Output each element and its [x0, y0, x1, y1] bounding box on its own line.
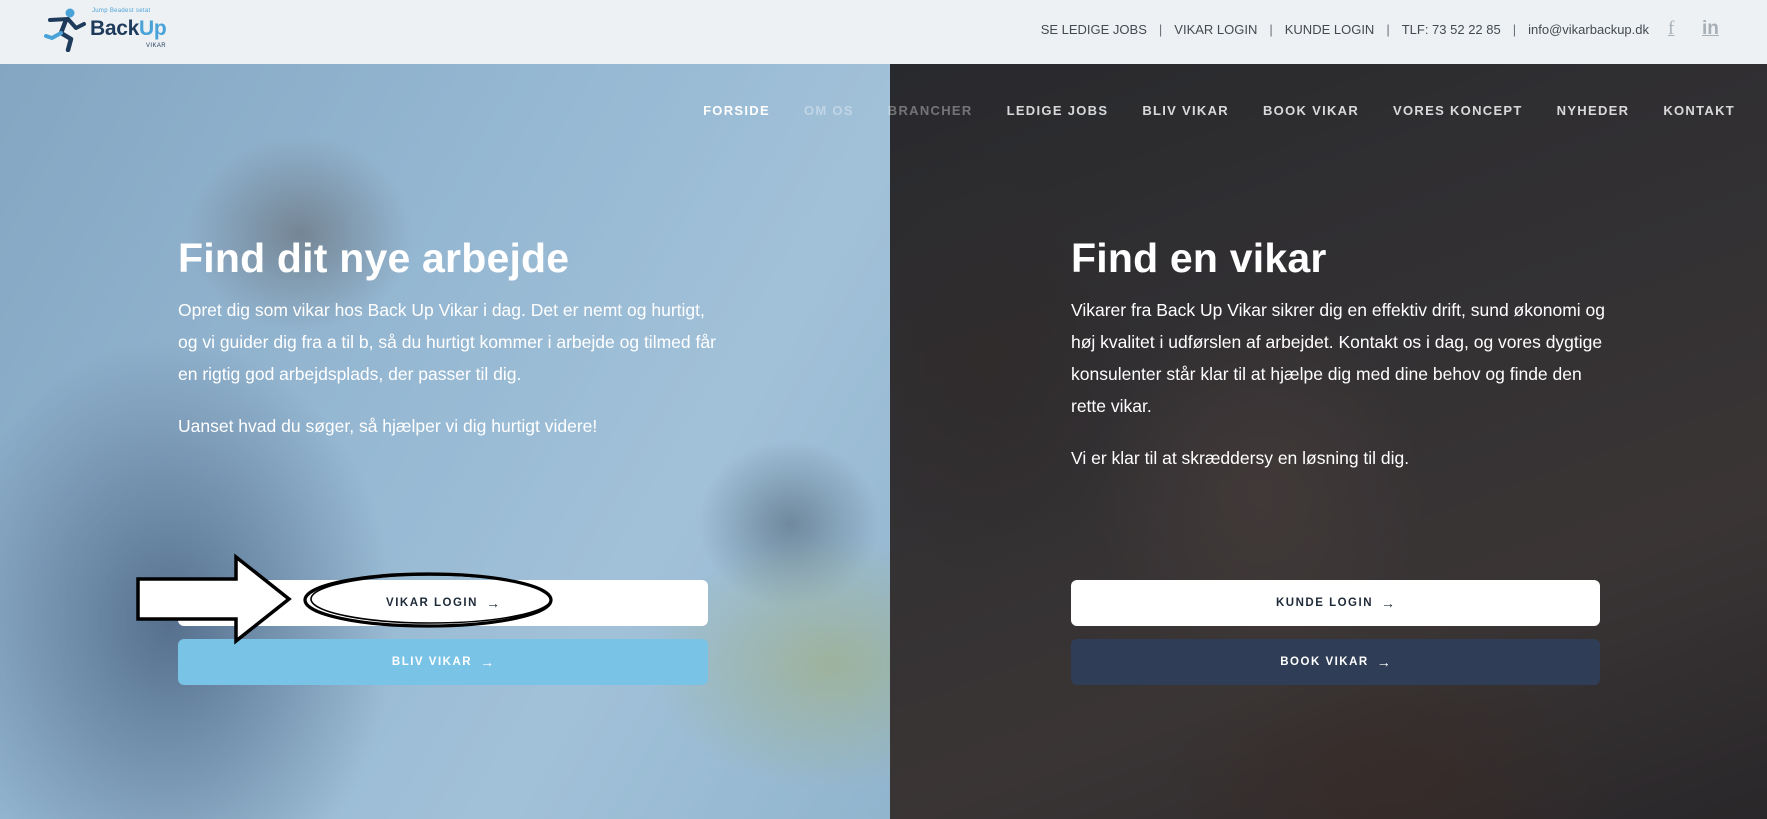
kunde-login-label: KUNDE LOGIN — [1276, 597, 1373, 609]
arrow-right-icon: → — [1381, 595, 1395, 611]
left-paragraph-1: Opret dig som vikar hos Back Up Vikar i … — [178, 300, 716, 384]
nav-item-kontakt[interactable]: KONTAKT — [1663, 103, 1735, 118]
left-paragraph-2: Uanset hvad du søger, så hjælper vi dig … — [178, 416, 598, 436]
main-navigation: FORSIDE OM OS BRANCHER LEDIGE JOBS BLIV … — [703, 100, 1735, 120]
arrow-right-icon: → — [480, 654, 495, 670]
kunde-login-button[interactable]: KUNDE LOGIN → — [1071, 580, 1600, 626]
vikar-login-label: VIKAR LOGIN — [386, 597, 478, 609]
hero-section: FORSIDE OM OS BRANCHER LEDIGE JOBS BLIV … — [0, 64, 1767, 819]
vikar-login-button[interactable]: VIKAR LOGIN → — [178, 580, 708, 626]
linkedin-icon[interactable]: in — [1702, 14, 1719, 44]
nav-item-om-os[interactable]: OM OS — [804, 103, 854, 118]
separator: | — [1386, 21, 1390, 37]
logo-word-up: Up — [139, 17, 167, 40]
arrow-right-icon: → — [485, 595, 500, 611]
separator: | — [1158, 21, 1163, 37]
logo-tagline: Jump Beadest setat — [92, 8, 151, 14]
logo-wordmark: BackUp — [90, 17, 167, 41]
arrow-right-icon: → — [1376, 654, 1391, 670]
link-phone[interactable]: TLF: 73 52 22 85 — [1402, 22, 1501, 37]
nav-item-brancher[interactable]: BRANCHER — [888, 103, 973, 118]
back-up-vikar-logo[interactable]: Jump Beadest setat BackUp VIKAR — [42, 6, 172, 54]
right-paragraph-1: Vikarer fra Back Up Vikar sikrer dig en … — [1071, 300, 1605, 416]
job-seeker-block: Find dit nye arbejde Opret dig som vikar… — [178, 232, 718, 462]
runner-logo-icon — [44, 8, 86, 52]
separator: | — [1269, 21, 1273, 37]
book-vikar-label: BOOK VIKAR — [1280, 656, 1369, 668]
facebook-icon[interactable]: f — [1668, 14, 1674, 44]
logo-word-back: Back — [90, 17, 140, 40]
link-vikar-login[interactable]: VIKAR LOGIN — [1174, 22, 1257, 37]
top-utility-bar: Jump Beadest setat BackUp VIKAR SE LEDIG… — [0, 0, 1767, 64]
link-se-ledige-jobs[interactable]: SE LEDIGE JOBS — [1041, 22, 1147, 37]
left-heading: Find dit nye arbejde — [178, 235, 570, 281]
book-vikar-button[interactable]: BOOK VIKAR → — [1071, 639, 1600, 685]
right-heading: Find en vikar — [1071, 235, 1327, 281]
logo-subtitle: VIKAR — [146, 43, 167, 49]
right-paragraph-2: Vi er klar til at skræddersy en løsning … — [1071, 448, 1410, 468]
link-email[interactable]: info@vikarbackup.dk — [1528, 22, 1649, 37]
employer-block: Find en vikar Vikarer fra Back Up Vikar … — [1071, 232, 1611, 494]
bliv-vikar-label: BLIV VIKAR — [391, 656, 473, 668]
nav-item-book-vikar[interactable]: BOOK VIKAR — [1263, 103, 1359, 118]
nav-item-vores-koncept[interactable]: VORES KONCEPT — [1393, 103, 1523, 118]
nav-item-forside[interactable]: FORSIDE — [703, 103, 770, 118]
nav-item-ledige-jobs[interactable]: LEDIGE JOBS — [1007, 103, 1109, 118]
bliv-vikar-button[interactable]: BLIV VIKAR → — [178, 639, 708, 685]
nav-item-nyheder[interactable]: NYHEDER — [1557, 103, 1630, 118]
nav-item-bliv-vikar[interactable]: BLIV VIKAR — [1142, 103, 1229, 118]
separator: | — [1512, 21, 1517, 37]
utility-links: SE LEDIGE JOBS | VIKAR LOGIN | KUNDE LOG… — [1041, 0, 1649, 58]
link-kunde-login[interactable]: KUNDE LOGIN — [1285, 22, 1375, 37]
